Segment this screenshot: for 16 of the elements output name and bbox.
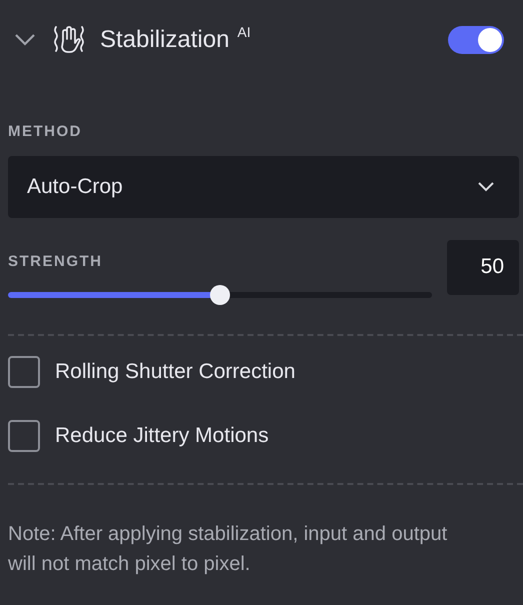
checkbox[interactable] (8, 420, 40, 452)
strength-slider[interactable] (8, 285, 432, 305)
field-label: METHOD (8, 122, 83, 142)
ai-label: AI (237, 23, 251, 42)
checkbox[interactable] (8, 356, 40, 388)
section-title: Stabilization (100, 25, 230, 55)
toggle-switch[interactable] (448, 26, 504, 54)
slider-thumb[interactable] (210, 285, 230, 305)
chevron-icon[interactable] (14, 33, 36, 47)
note-text: Note: After applying stabilization, input and output will not match pixel to pixel. (8, 522, 448, 577)
chevron-icon (478, 182, 494, 192)
field-label: STRENGTH (8, 252, 104, 272)
method-dropdown[interactable]: Auto-Crop (8, 156, 519, 218)
checkbox-label[interactable]: Reduce Jittery Motions (55, 420, 269, 452)
checkbox-label[interactable]: Rolling Shutter Correction (55, 356, 296, 388)
strength-input[interactable]: 50 (447, 240, 519, 294)
